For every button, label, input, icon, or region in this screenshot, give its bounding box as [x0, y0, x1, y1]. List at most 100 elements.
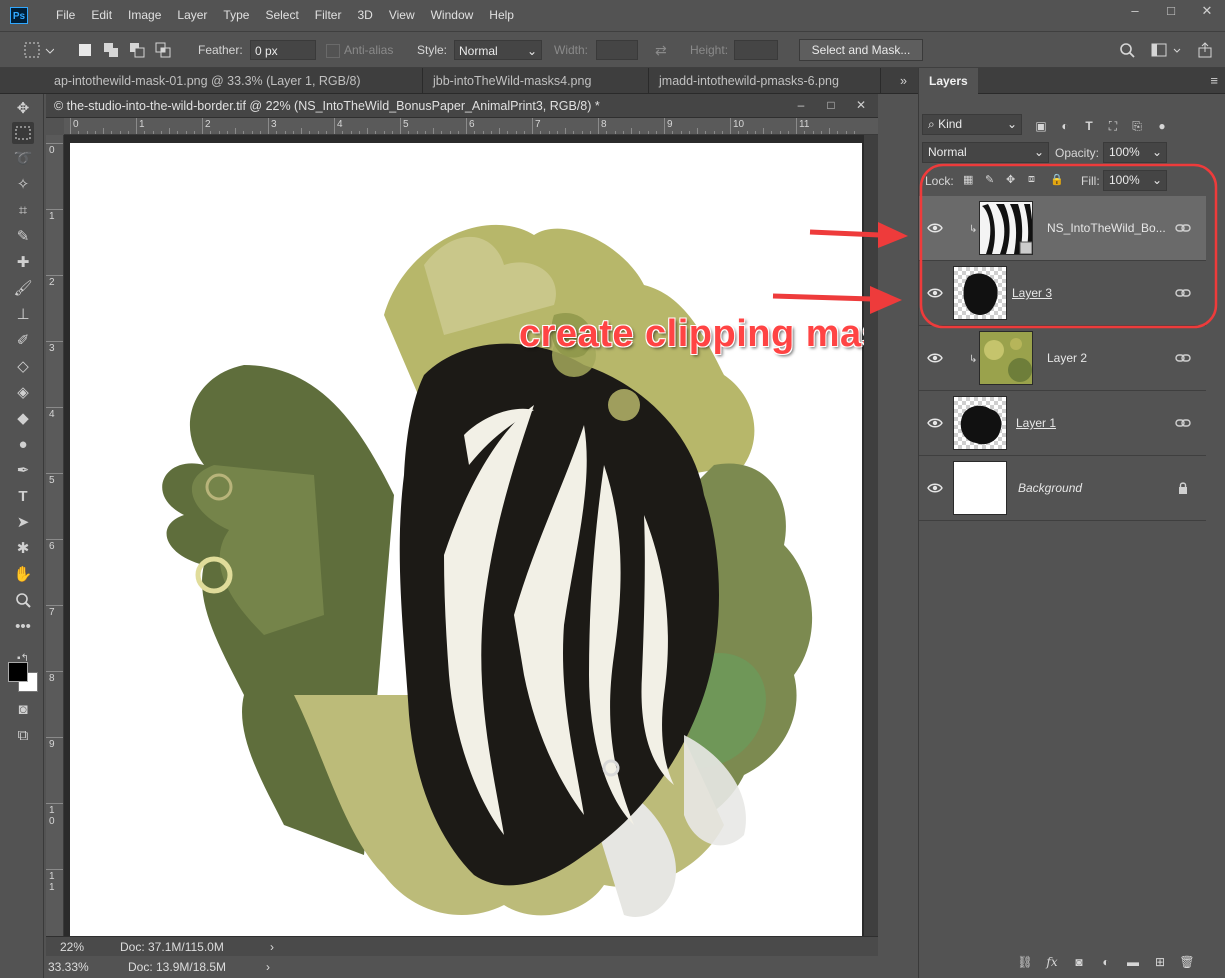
menu-edit[interactable]: Edit — [83, 0, 120, 31]
new-layer-icon[interactable]: ⊞ — [1152, 954, 1168, 970]
lock-pixels-icon[interactable]: ✎ — [985, 173, 994, 186]
menu-file[interactable]: File — [48, 0, 83, 31]
layer-name[interactable]: NS_IntoTheWild_Bo... — [1047, 196, 1166, 261]
filter-type-icon[interactable]: T — [1082, 119, 1096, 133]
menu-3d[interactable]: 3D — [349, 0, 380, 31]
doc-minimize-button[interactable]: – — [786, 94, 816, 116]
opacity-input[interactable]: 100% ⌄ — [1103, 142, 1167, 163]
foreground-color-swatch[interactable] — [8, 662, 28, 682]
filter-adjustment-icon[interactable]: ◐ — [1058, 119, 1072, 133]
tabs-overflow-icon[interactable]: » — [890, 68, 918, 94]
blend-mode-select[interactable]: Normal ⌄ — [922, 142, 1049, 163]
history-brush-tool-icon[interactable]: ✐ — [12, 330, 34, 352]
menu-filter[interactable]: Filter — [307, 0, 350, 31]
screen-mode-icon[interactable]: ⧉ — [12, 725, 34, 747]
type-tool-icon[interactable]: T — [12, 486, 34, 508]
lock-artboard-icon[interactable]: ⧈ — [1028, 173, 1035, 186]
layer-name[interactable]: Layer 1 — [1016, 391, 1056, 456]
status-chevron-right-icon[interactable]: › — [266, 957, 270, 977]
menu-view[interactable]: View — [381, 0, 423, 31]
menu-help[interactable]: Help — [481, 0, 522, 31]
workspace-icon[interactable] — [1150, 41, 1184, 59]
new-group-icon[interactable]: ▬ — [1125, 954, 1141, 970]
brush-tool-icon[interactable]: 🖌 — [12, 278, 34, 300]
select-and-mask-button[interactable]: Select and Mask... — [799, 39, 923, 61]
layers-tab[interactable]: Layers — [919, 68, 978, 94]
eraser-tool-icon[interactable]: ◇ — [12, 356, 34, 378]
lock-transparent-icon[interactable]: ▦ — [963, 173, 973, 186]
layer-row-background[interactable]: Background — [919, 456, 1206, 521]
move-tool-icon[interactable]: ✥ — [12, 98, 34, 120]
trash-icon[interactable]: 🗑 — [1179, 954, 1195, 970]
lasso-tool-icon[interactable]: ➰ — [12, 148, 34, 170]
quick-mask-icon[interactable]: ◙ — [12, 699, 34, 721]
style-select[interactable]: Normal ⌄ — [454, 40, 542, 60]
menu-type[interactable]: Type — [215, 0, 257, 31]
swap-icon[interactable]: ⇄ — [655, 40, 667, 60]
filter-toggle-icon[interactable]: ● — [1155, 119, 1169, 133]
clone-stamp-tool-icon[interactable]: ⊥ — [12, 304, 34, 326]
height-input[interactable] — [734, 40, 778, 60]
share-icon[interactable] — [1196, 41, 1214, 59]
feather-input[interactable]: 0 px — [250, 40, 316, 60]
intersect-selection-icon[interactable] — [154, 41, 172, 59]
layer-name[interactable]: Layer 3 — [1012, 261, 1052, 326]
path-selection-tool-icon[interactable]: ➤ — [12, 512, 34, 534]
marquee-preset-icon[interactable] — [24, 41, 54, 59]
fill-input[interactable]: 100% ⌄ — [1103, 170, 1167, 191]
menu-image[interactable]: Image — [120, 0, 169, 31]
lock-all-icon[interactable]: 🔒 — [1050, 173, 1064, 186]
layer-name[interactable]: Layer 2 — [1047, 326, 1087, 391]
adjustment-layer-icon[interactable]: ◐ — [1098, 954, 1114, 970]
filter-smart-object-icon[interactable]: ⎘ — [1130, 119, 1144, 133]
canvas[interactable]: create clipping mask — [64, 135, 864, 936]
add-selection-icon[interactable] — [102, 41, 120, 59]
zoom-level[interactable]: 33.33% — [48, 957, 89, 977]
menu-layer[interactable]: Layer — [169, 0, 215, 31]
panel-menu-icon[interactable]: ≡ — [1210, 73, 1218, 88]
filter-shape-icon[interactable]: ⛶ — [1106, 119, 1120, 133]
fx-icon[interactable]: fx — [1044, 954, 1060, 970]
link-icon[interactable] — [1175, 221, 1191, 235]
tab-mask-01[interactable]: ap-intothewild-mask-01.png @ 33.3% (Laye… — [44, 68, 423, 94]
tab-pmasks-6[interactable]: jmadd-intothewild-pmasks-6.png — [649, 68, 881, 94]
paint-bucket-tool-icon[interactable]: ◈ — [12, 382, 34, 404]
visibility-eye-icon[interactable] — [927, 480, 943, 496]
minimize-button[interactable]: – — [1117, 0, 1153, 26]
visibility-eye-icon[interactable] — [927, 220, 943, 236]
zoom-tool-icon[interactable] — [12, 590, 34, 612]
eyedropper-tool-icon[interactable]: ✎ — [12, 226, 34, 248]
marquee-tool-icon[interactable] — [12, 122, 34, 144]
new-selection-icon[interactable] — [76, 41, 94, 59]
visibility-eye-icon[interactable] — [927, 415, 943, 431]
vertical-scrollbar[interactable] — [864, 135, 878, 936]
link-icon[interactable] — [1175, 286, 1191, 300]
layer-row-layer-2[interactable]: ↳ Layer 2 — [919, 326, 1206, 391]
shape-tool-icon[interactable]: ✱ — [12, 538, 34, 560]
visibility-eye-icon[interactable] — [927, 285, 943, 301]
link-layers-icon[interactable]: ⛓ — [1017, 954, 1033, 970]
healing-brush-tool-icon[interactable]: ✚ — [12, 252, 34, 274]
menu-select[interactable]: Select — [257, 0, 306, 31]
blur-tool-icon[interactable]: ◆ — [12, 408, 34, 430]
anti-alias-checkbox[interactable] — [326, 44, 340, 58]
menu-window[interactable]: Window — [423, 0, 482, 31]
doc-close-button[interactable]: ✕ — [846, 94, 876, 116]
layer-row-animal-print[interactable]: ↳ NS_IntoTheWild_Bo... — [919, 196, 1206, 261]
maximize-button[interactable]: □ — [1153, 0, 1189, 26]
link-icon[interactable] — [1175, 351, 1191, 365]
subtract-selection-icon[interactable] — [128, 41, 146, 59]
chevron-right-icon[interactable]: › — [270, 937, 274, 957]
more-tools-icon[interactable]: ••• — [12, 616, 34, 638]
link-icon[interactable] — [1175, 416, 1191, 430]
filter-kind-select[interactable]: ⌕ Kind ⌄ — [922, 114, 1022, 135]
magic-wand-tool-icon[interactable]: ✧ — [12, 174, 34, 196]
layer-name[interactable]: Background — [1018, 456, 1082, 521]
doc-zoom-level[interactable]: 22% — [60, 937, 84, 957]
layer-row-layer-3[interactable]: Layer 3 — [919, 261, 1206, 326]
pen-tool-icon[interactable]: ✒ — [12, 460, 34, 482]
width-input[interactable] — [596, 40, 638, 60]
visibility-eye-icon[interactable] — [927, 350, 943, 366]
lock-position-icon[interactable]: ✥ — [1006, 173, 1015, 186]
close-button[interactable]: ✕ — [1189, 0, 1225, 26]
